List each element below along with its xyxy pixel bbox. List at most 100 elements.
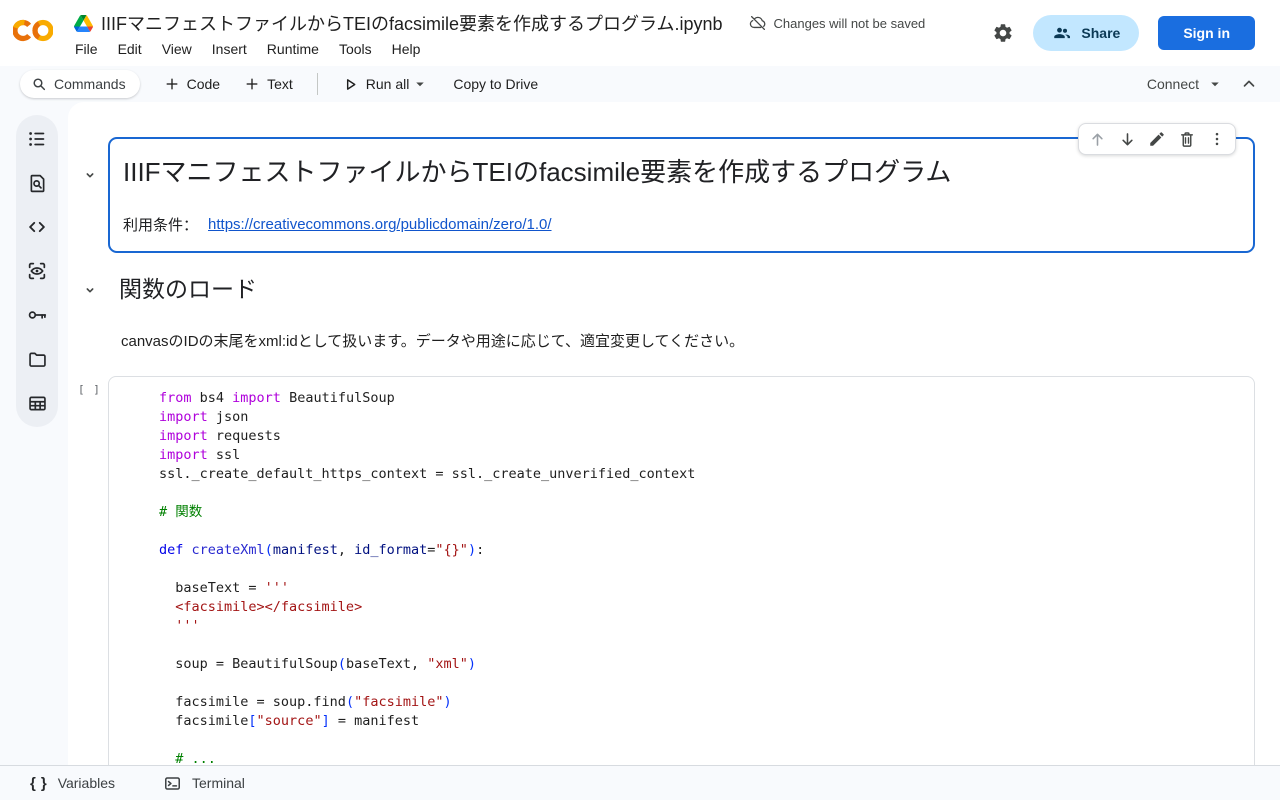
document-search-icon <box>27 173 48 194</box>
code-lines[interactable]: from bs4 import BeautifulSoupimport json… <box>159 389 1242 765</box>
caret-down-icon <box>1206 75 1224 93</box>
run-all-dropdown-button[interactable] <box>411 75 429 93</box>
chevron-up-icon <box>1240 75 1258 93</box>
gear-icon <box>992 22 1014 44</box>
code-line[interactable] <box>159 560 1242 579</box>
connect-button[interactable]: Connect <box>1147 75 1224 93</box>
table-of-contents-icon <box>26 128 48 150</box>
people-icon <box>1052 23 1072 43</box>
code-line[interactable] <box>159 484 1242 503</box>
toolbar-divider <box>317 73 318 95</box>
section-heading[interactable]: 関数のロード <box>119 274 257 304</box>
code-line[interactable]: ''' <box>159 617 1242 636</box>
code-line[interactable]: <facsimile></facsimile> <box>159 598 1242 617</box>
markdown-cell-intro[interactable]: IIIFマニフェストファイルからTEIのfacsimile要素を作成するプログラ… <box>108 137 1255 253</box>
collapse-header-button[interactable] <box>1240 75 1258 93</box>
left-sidebar <box>16 115 58 427</box>
main-area: IIIFマニフェストファイルからTEIのfacsimile要素を作成するプログラ… <box>0 102 1280 765</box>
license-link[interactable]: https://creativecommons.org/publicdomain… <box>208 216 552 233</box>
code-line[interactable]: baseText = ''' <box>159 579 1242 598</box>
code-line[interactable]: soup = BeautifulSoup(baseText, "xml") <box>159 655 1242 674</box>
code-line[interactable] <box>159 522 1242 541</box>
sidebar-table-of-contents-button[interactable] <box>25 127 49 151</box>
code-line[interactable]: facsimile = soup.find("facsimile") <box>159 693 1242 712</box>
sidebar-code-snippets-button[interactable] <box>25 215 49 239</box>
add-code-label: Code <box>187 76 220 92</box>
delete-cell-button[interactable] <box>1172 124 1202 154</box>
colab-logo-icon[interactable] <box>13 17 53 44</box>
code-line[interactable]: # ... <box>159 750 1242 765</box>
table-icon <box>27 393 48 414</box>
code-line[interactable]: import json <box>159 408 1242 427</box>
pencil-icon <box>1148 130 1166 148</box>
code-cell[interactable]: [ ] from bs4 import BeautifulSoupimport … <box>108 376 1255 765</box>
license-label: 利用条件： <box>123 214 198 235</box>
more-vert-icon <box>1208 130 1226 148</box>
move-cell-up-button[interactable] <box>1082 124 1112 154</box>
terminal-label: Terminal <box>192 775 245 791</box>
add-code-button[interactable]: Code <box>164 76 220 92</box>
collapse-cell-button[interactable] <box>80 165 100 185</box>
menubar: File Edit View Insert Runtime Tools Help <box>70 39 430 59</box>
copy-to-drive-button[interactable]: Copy to Drive <box>453 76 538 92</box>
menu-help[interactable]: Help <box>382 39 431 59</box>
sidebar-secrets-button[interactable] <box>25 303 49 327</box>
folder-icon <box>27 349 48 370</box>
code-line[interactable]: from bs4 import BeautifulSoup <box>159 389 1242 408</box>
app-header: IIIFマニフェストファイルからTEIのfacsimile要素を作成するプログラ… <box>0 0 1280 66</box>
sidebar-eye-scan-button[interactable] <box>25 259 49 283</box>
code-brackets-icon <box>26 216 48 238</box>
sidebar-files-button[interactable] <box>25 347 49 371</box>
eye-scan-icon <box>26 260 48 282</box>
run-all-button[interactable]: Run all <box>342 76 410 93</box>
menu-runtime[interactable]: Runtime <box>257 39 329 59</box>
connect-label: Connect <box>1147 76 1199 92</box>
play-icon <box>342 76 359 93</box>
menu-insert[interactable]: Insert <box>202 39 257 59</box>
menu-tools[interactable]: Tools <box>329 39 382 59</box>
code-line[interactable]: ssl._create_default_https_context = ssl.… <box>159 465 1242 484</box>
notebook-title[interactable]: IIIFマニフェストファイルからTEIのfacsimile要素を作成するプログラ… <box>101 10 723 36</box>
code-line[interactable] <box>159 636 1242 655</box>
variables-panel-button[interactable]: { } Variables <box>30 775 115 792</box>
code-line[interactable]: def createXml(manifest, id_format="{}"): <box>159 541 1242 560</box>
move-cell-down-button[interactable] <box>1112 124 1142 154</box>
settings-button[interactable] <box>992 22 1014 44</box>
plus-icon <box>244 76 260 92</box>
notebook-canvas: IIIFマニフェストファイルからTEIのfacsimile要素を作成するプログラ… <box>68 102 1280 765</box>
sign-in-button[interactable]: Sign in <box>1158 16 1255 50</box>
sidebar-data-table-button[interactable] <box>25 391 49 415</box>
braces-icon: { } <box>30 775 48 792</box>
collapse-section-button[interactable] <box>80 280 100 300</box>
sidebar-find-replace-button[interactable] <box>25 171 49 195</box>
caret-down-icon <box>411 75 429 93</box>
cloud-off-icon <box>749 14 767 32</box>
code-line[interactable]: import ssl <box>159 446 1242 465</box>
edit-cell-button[interactable] <box>1142 124 1172 154</box>
save-notice: Changes will not be saved <box>749 14 926 32</box>
intro-heading: IIIFマニフェストファイルからTEIのfacsimile要素を作成するプログラ… <box>123 155 1235 189</box>
trash-icon <box>1178 130 1196 148</box>
menu-file[interactable]: File <box>70 39 108 59</box>
execution-indicator[interactable]: [ ] <box>78 383 101 396</box>
plus-icon <box>164 76 180 92</box>
code-line[interactable]: facsimile["source"] = manifest <box>159 712 1242 731</box>
arrow-up-icon <box>1088 130 1107 149</box>
section-description[interactable]: canvasのIDの末尾をxml:idとして扱います。データや用途に応じて、適宜… <box>121 331 744 353</box>
share-button[interactable]: Share <box>1033 15 1139 51</box>
code-line[interactable]: # 関数 <box>159 503 1242 522</box>
bottom-statusbar: { } Variables Terminal <box>0 765 1280 800</box>
menu-view[interactable]: View <box>152 39 202 59</box>
commands-button[interactable]: Commands <box>20 70 140 98</box>
more-cell-actions-button[interactable] <box>1202 124 1232 154</box>
add-text-button[interactable]: Text <box>244 76 293 92</box>
commands-label: Commands <box>54 76 126 92</box>
key-icon <box>26 304 48 326</box>
code-line[interactable] <box>159 674 1242 693</box>
save-notice-text: Changes will not be saved <box>774 16 926 31</box>
code-line[interactable]: import requests <box>159 427 1242 446</box>
code-line[interactable] <box>159 731 1242 750</box>
search-icon <box>31 76 47 92</box>
terminal-panel-button[interactable]: Terminal <box>163 774 245 793</box>
menu-edit[interactable]: Edit <box>108 39 152 59</box>
